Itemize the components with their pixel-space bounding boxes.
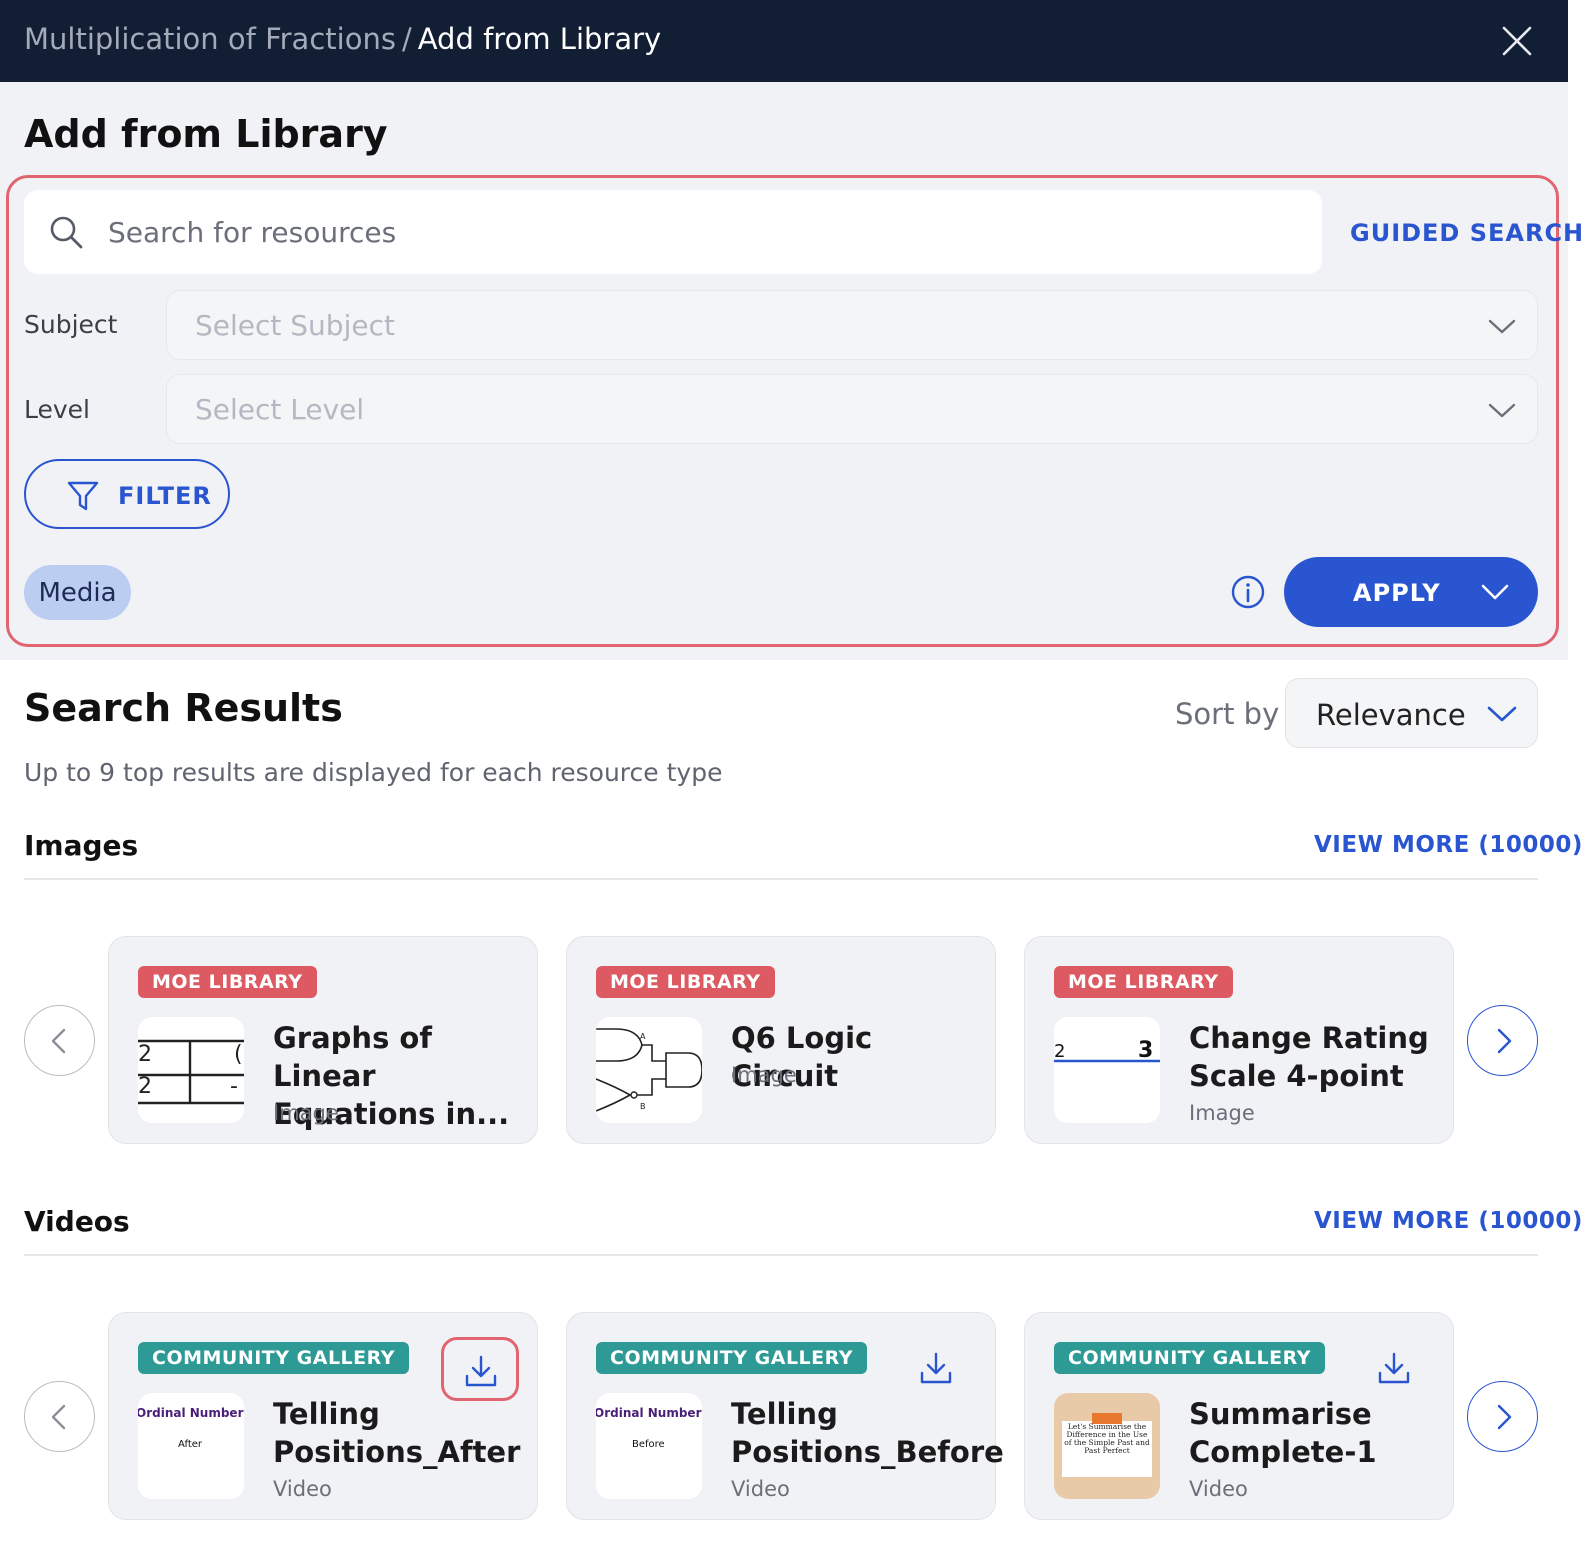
card-type: Image bbox=[731, 1063, 797, 1087]
svg-text:2: 2 bbox=[1054, 1041, 1065, 1062]
video-card[interactable]: COMMUNITY GALLERY Ordinal Numbers Before… bbox=[566, 1312, 1004, 1520]
download-icon bbox=[465, 1355, 497, 1387]
apply-label: APPLY bbox=[1353, 579, 1441, 607]
svg-text:B: B bbox=[640, 1102, 646, 1111]
close-icon bbox=[1502, 26, 1532, 56]
image-thumbnail: A B bbox=[596, 1017, 702, 1123]
filter-button[interactable]: FILTER bbox=[24, 459, 230, 529]
image-card[interactable]: MOE LIBRARY A B Q6 Logic Circuit Image bbox=[566, 936, 996, 1144]
info-icon[interactable] bbox=[1230, 574, 1266, 610]
page-title: Add from Library bbox=[24, 112, 388, 156]
images-next-button[interactable] bbox=[1467, 1005, 1538, 1076]
video-card[interactable]: COMMUNITY GALLERY Let's Summarise the Di… bbox=[1024, 1312, 1454, 1520]
image-thumbnail: 2 ( 2 - bbox=[138, 1017, 244, 1123]
download-button[interactable] bbox=[899, 1337, 977, 1401]
svg-text:2: 2 bbox=[138, 1074, 152, 1099]
breadcrumb-parent[interactable]: Multiplication of Fractions bbox=[24, 22, 396, 56]
sort-value: Relevance bbox=[1316, 698, 1466, 732]
download-icon bbox=[920, 1352, 952, 1384]
download-button[interactable] bbox=[441, 1337, 519, 1401]
moe-library-badge: MOE LIBRARY bbox=[138, 966, 317, 998]
breadcrumb: Multiplication of Fractions / Add from Lib… bbox=[24, 22, 661, 56]
level-placeholder: Select Level bbox=[195, 393, 365, 426]
card-type: Image bbox=[1189, 1101, 1255, 1125]
card-title: Summarise Complete-1 bbox=[1189, 1397, 1377, 1469]
chevron-down-icon bbox=[1488, 403, 1516, 418]
subject-placeholder: Select Subject bbox=[195, 309, 395, 342]
video-thumbnail: Ordinal Numbers After bbox=[138, 1393, 244, 1499]
top-bar: Multiplication of Fractions / Add from Lib… bbox=[0, 0, 1568, 82]
svg-text:2: 2 bbox=[138, 1042, 152, 1067]
svg-text:3: 3 bbox=[1138, 1038, 1153, 1063]
guided-search-link[interactable]: GUIDED SEARCH bbox=[1350, 219, 1584, 247]
breadcrumb-separator: / bbox=[401, 22, 412, 56]
media-chip-label: Media bbox=[38, 578, 117, 608]
community-gallery-badge: COMMUNITY GALLERY bbox=[596, 1342, 867, 1374]
results-subtitle: Up to 9 top results are displayed for ea… bbox=[24, 758, 723, 787]
level-label: Level bbox=[24, 395, 90, 424]
download-button[interactable] bbox=[1357, 1337, 1435, 1401]
close-button[interactable] bbox=[1496, 20, 1538, 62]
funnel-icon bbox=[67, 481, 99, 511]
chevron-right-icon bbox=[1497, 1404, 1512, 1430]
chevron-down-icon bbox=[1481, 584, 1509, 600]
filter-label: FILTER bbox=[118, 482, 212, 510]
level-select[interactable]: Select Level bbox=[166, 374, 1538, 444]
chevron-left-icon bbox=[51, 1028, 66, 1054]
image-thumbnail: 3 2 bbox=[1054, 1017, 1160, 1123]
card-type: Video bbox=[1189, 1477, 1248, 1501]
image-card[interactable]: MOE LIBRARY 3 2 Change Rating Scale 4-po… bbox=[1024, 936, 1454, 1144]
images-prev-button[interactable] bbox=[24, 1005, 95, 1076]
video-thumbnail: Let's Summarise the Difference in the Us… bbox=[1054, 1393, 1160, 1499]
card-type: Video bbox=[273, 1477, 332, 1501]
images-divider bbox=[24, 878, 1538, 880]
thumb-caption: Before bbox=[632, 1439, 665, 1450]
videos-divider bbox=[24, 1254, 1538, 1256]
moe-library-badge: MOE LIBRARY bbox=[1054, 966, 1233, 998]
video-thumbnail: Ordinal Numbers Before bbox=[596, 1393, 702, 1499]
sort-select[interactable]: Relevance bbox=[1285, 678, 1538, 748]
videos-next-button[interactable] bbox=[1467, 1381, 1538, 1452]
card-type: Image bbox=[273, 1101, 339, 1125]
search-icon bbox=[50, 216, 83, 249]
thumb-caption: Let's Summarise the Difference in the Us… bbox=[1064, 1423, 1150, 1455]
videos-prev-button[interactable] bbox=[24, 1381, 95, 1452]
community-gallery-badge: COMMUNITY GALLERY bbox=[1054, 1342, 1325, 1374]
thumb-caption: After bbox=[178, 1439, 203, 1450]
video-card[interactable]: COMMUNITY GALLERY Ordinal Numbers After … bbox=[108, 1312, 538, 1520]
subject-label: Subject bbox=[24, 310, 118, 339]
media-chip[interactable]: Media bbox=[24, 565, 131, 620]
svg-text:(: ( bbox=[234, 1042, 243, 1067]
subject-select[interactable]: Select Subject bbox=[166, 290, 1538, 360]
videos-view-more-link[interactable]: VIEW MORE (10000) bbox=[1314, 1208, 1583, 1234]
search-results-title: Search Results bbox=[24, 686, 343, 730]
card-title: Change Rating Scale 4-point bbox=[1189, 1021, 1429, 1093]
image-card[interactable]: MOE LIBRARY 2 ( 2 - Graphs of Linear Equ… bbox=[108, 936, 538, 1144]
apply-button[interactable]: APPLY bbox=[1284, 557, 1538, 627]
chevron-down-icon bbox=[1487, 706, 1517, 722]
card-title: Telling Positions_After bbox=[273, 1397, 521, 1469]
svg-text:A: A bbox=[640, 1032, 646, 1041]
images-section-title: Images bbox=[24, 829, 139, 862]
download-icon bbox=[1378, 1352, 1410, 1384]
search-input[interactable] bbox=[108, 204, 1298, 260]
thumb-heading: Ordinal Numbers bbox=[138, 1406, 244, 1420]
images-view-more-link[interactable]: VIEW MORE (10000) bbox=[1314, 832, 1583, 858]
videos-section-title: Videos bbox=[24, 1205, 130, 1238]
chevron-left-icon bbox=[51, 1404, 66, 1430]
moe-library-badge: MOE LIBRARY bbox=[596, 966, 775, 998]
sort-by-label: Sort by bbox=[1175, 697, 1280, 731]
community-gallery-badge: COMMUNITY GALLERY bbox=[138, 1342, 409, 1374]
thumb-heading: Ordinal Numbers bbox=[596, 1406, 702, 1420]
chevron-down-icon bbox=[1488, 319, 1516, 334]
svg-text:-: - bbox=[230, 1074, 238, 1099]
card-title: Telling Positions_Before bbox=[731, 1397, 1004, 1469]
card-type: Video bbox=[731, 1477, 790, 1501]
chevron-right-icon bbox=[1497, 1028, 1512, 1054]
breadcrumb-current: Add from Library bbox=[417, 22, 662, 56]
